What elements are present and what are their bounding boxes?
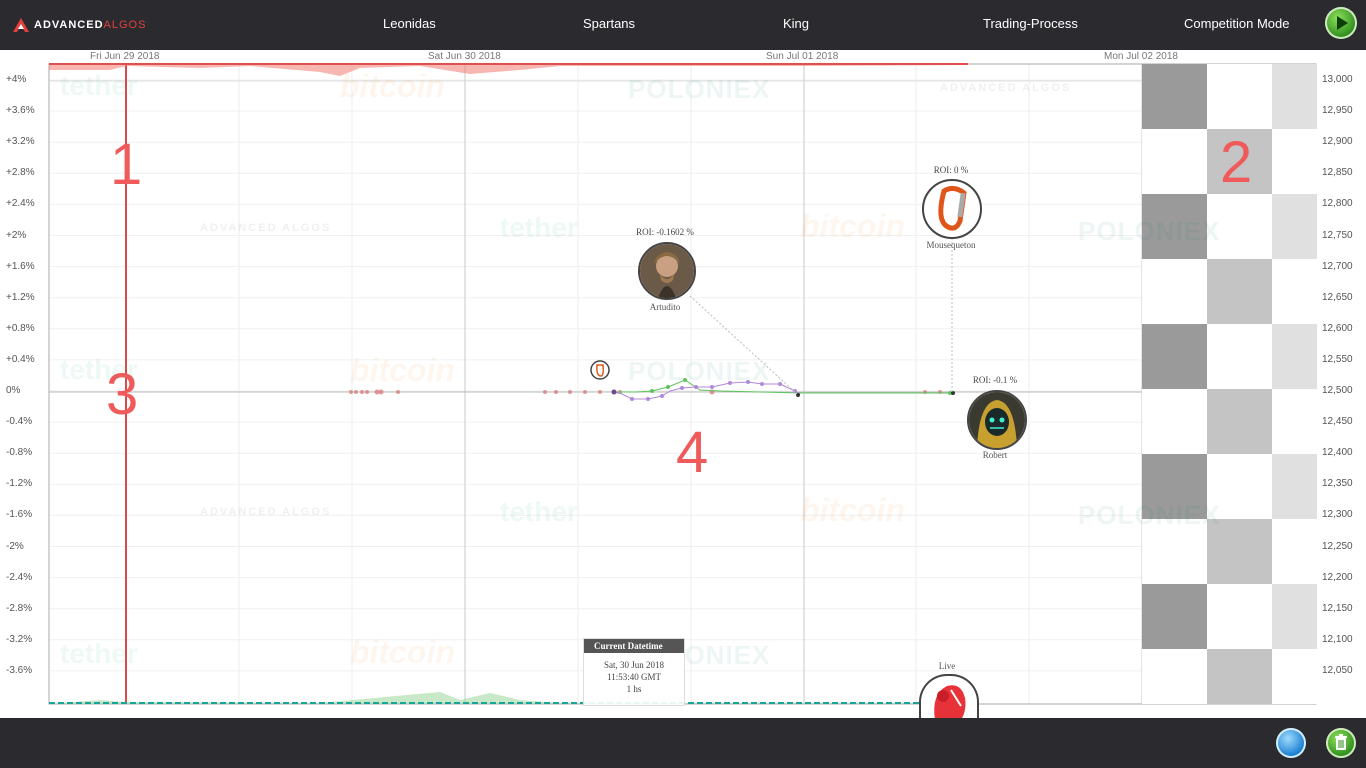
right-axis-tick: 12,550 [1322, 353, 1353, 365]
competitor-series [349, 238, 955, 401]
right-axis-tick: 12,750 [1322, 229, 1353, 241]
left-axis-tick: +3.2% [6, 136, 35, 148]
left-axis-tick: -3.6% [6, 664, 33, 676]
carabiner-icon [938, 185, 967, 231]
left-axis-tick: -2.8% [6, 602, 33, 614]
left-axis-tick: -3.2% [6, 633, 33, 645]
artudito-name: Artudito [649, 302, 681, 312]
logo-text-algos: ALGOS [103, 19, 147, 31]
left-axis-tick: +0.4% [6, 353, 35, 365]
right-axis-tick: 12,900 [1322, 136, 1353, 148]
nav-trading-process[interactable]: Trading-Process [983, 16, 1078, 31]
left-axis-tick: +2.4% [6, 198, 35, 210]
date-label: Mon Jul 02 2018 [1104, 51, 1178, 62]
right-axis-tick: 12,150 [1322, 602, 1353, 614]
nav-king[interactable]: King [783, 16, 809, 31]
mousequeton-name: Mousequeton [926, 240, 976, 250]
artudito-avatar[interactable] [638, 242, 696, 300]
viking-portrait-icon [640, 244, 694, 298]
logo-text-advanced: ADVANCED [34, 19, 104, 31]
hooded-figure-icon [969, 392, 1025, 448]
left-axis-tick: -1.2% [6, 478, 33, 490]
bottom-bar [0, 718, 1366, 768]
left-axis-tick: +4% [6, 74, 27, 85]
right-axis-tick: 12,800 [1322, 198, 1353, 210]
trash-icon [1335, 734, 1347, 750]
left-axis-tick: +3.6% [6, 105, 35, 117]
nav-spartans[interactable]: Spartans [583, 16, 635, 31]
right-axis-tick: 12,100 [1322, 633, 1353, 645]
left-axis-tick: -0.8% [6, 447, 33, 459]
boxer-icon [934, 685, 966, 720]
advanced-algos-logo[interactable]: ADVANCED ALGOS [12, 16, 146, 34]
current-time: 11:53:40 GMT [607, 672, 661, 682]
time-span: 1 hs [626, 684, 642, 694]
right-axis-tick: 13,000 [1322, 74, 1353, 85]
right-axis-tick: 12,500 [1322, 385, 1353, 396]
left-axis-tick: -2.4% [6, 571, 33, 583]
right-axis-tick: 12,950 [1322, 105, 1353, 117]
right-axis-tick: 12,650 [1322, 291, 1353, 303]
left-axis-tick: -0.4% [6, 416, 33, 428]
nav-competition-mode[interactable]: Competition Mode [1184, 16, 1290, 31]
right-axis-tick: 12,300 [1322, 509, 1353, 521]
left-axis-tick: +0.8% [6, 322, 35, 334]
left-axis-tick: +1.2% [6, 291, 35, 303]
left-axis-tick: +2% [6, 229, 27, 241]
mousequeton-avatar[interactable] [922, 179, 982, 239]
left-axis-tick: +1.6% [6, 260, 35, 272]
date-label: Fri Jun 29 2018 [90, 51, 160, 62]
robert-roi: ROI: -0.1 % [972, 375, 1018, 385]
play-icon [1337, 16, 1348, 30]
right-axis-tick: 12,200 [1322, 571, 1353, 583]
logo-mark-icon [13, 18, 29, 32]
right-axis-tick: 12,600 [1322, 322, 1353, 334]
date-label: Sun Jul 01 2018 [766, 51, 839, 62]
left-axis-tick: +2.8% [6, 167, 35, 179]
right-axis-tick: 12,050 [1322, 664, 1353, 676]
play-button[interactable] [1325, 7, 1357, 39]
robert-name: Robert [982, 450, 1008, 460]
top-bar: ADVANCED ALGOS Leonidas Spartans King Tra… [0, 0, 1366, 50]
left-axis-tick: -2% [6, 540, 24, 552]
right-axis-tick: 12,350 [1322, 478, 1353, 490]
live-avatar[interactable] [919, 674, 979, 720]
live-label: Live [938, 661, 956, 671]
current-datetime-title: Current Datetime [584, 639, 684, 653]
mousequeton-roi: ROI: 0 % [933, 165, 969, 175]
left-axis-tick: -1.6% [6, 509, 33, 521]
current-datetime-panel: Current Datetime Sat, 30 Jun 2018 11:53:… [583, 638, 685, 706]
right-axis-tick: 12,700 [1322, 260, 1353, 272]
right-axis-tick: 12,400 [1322, 447, 1353, 459]
chart-canvas[interactable]: 1 2 3 4 tether bitcoin POLONIEX ADVANCED… [0, 50, 1366, 720]
trash-button[interactable] [1326, 728, 1356, 758]
right-axis-tick: 12,450 [1322, 416, 1353, 428]
nav-leonidas[interactable]: Leonidas [383, 16, 436, 31]
blue-action-button[interactable] [1276, 728, 1306, 758]
left-axis-tick: 0% [6, 385, 21, 396]
date-label: Sat Jun 30 2018 [428, 51, 501, 62]
artudito-roi: ROI: -0.1602 % [636, 227, 694, 237]
current-date: Sat, 30 Jun 2018 [603, 660, 664, 670]
robert-avatar[interactable] [967, 390, 1027, 450]
right-axis-tick: 12,250 [1322, 540, 1353, 552]
right-axis-tick: 12,850 [1322, 167, 1353, 179]
